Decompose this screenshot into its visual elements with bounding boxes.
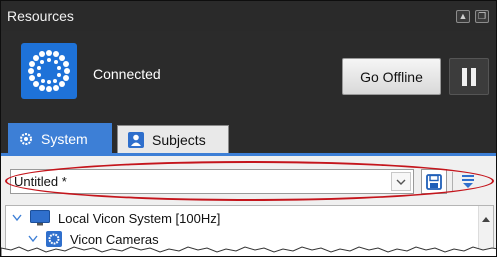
vicon-logo-icon [21, 43, 77, 99]
configuration-combobox[interactable] [10, 169, 414, 194]
pause-button[interactable] [449, 58, 489, 95]
panel-titlebar: Resources ▲ ❐ [1, 1, 496, 31]
chevron-down-icon[interactable] [391, 172, 411, 191]
tab-underline [1, 153, 496, 156]
subjects-person-icon [128, 131, 144, 148]
pin-icon[interactable]: ▲ [456, 10, 470, 23]
tab-system[interactable]: System [8, 123, 112, 153]
save-configuration-button[interactable] [421, 169, 447, 194]
toolbar-separator [452, 172, 453, 192]
filter-button[interactable] [455, 169, 481, 194]
tab-subjects-label: Subjects [152, 131, 206, 148]
resources-panel: Resources ▲ ❐ Connected Go Offline Syste… [0, 0, 497, 257]
panel-title: Resources [7, 8, 74, 24]
tree-node-label: Local Vicon System [100Hz] [58, 210, 221, 226]
monitor-icon [30, 210, 50, 226]
configuration-name-input[interactable] [11, 170, 391, 193]
scroll-up-icon[interactable] [482, 210, 490, 225]
float-window-icon[interactable]: ❐ [475, 10, 489, 23]
configuration-toolbar [5, 161, 494, 201]
tab-subjects[interactable]: Subjects [117, 125, 229, 153]
pause-icon [460, 67, 478, 86]
expand-chevron-icon[interactable] [12, 214, 24, 222]
tree-node-local-system[interactable]: Local Vicon System [100Hz] [12, 208, 220, 228]
resource-tabs: System Subjects [1, 119, 496, 153]
filter-icon [462, 174, 474, 189]
save-disk-icon [426, 173, 442, 190]
tab-system-label: System [41, 130, 88, 147]
torn-edge-decoration [1, 246, 496, 256]
go-offline-button[interactable]: Go Offline [342, 58, 441, 95]
system-gear-icon [19, 132, 33, 146]
connection-status-text: Connected [93, 66, 161, 82]
connection-status-area: Connected Go Offline [1, 31, 496, 119]
